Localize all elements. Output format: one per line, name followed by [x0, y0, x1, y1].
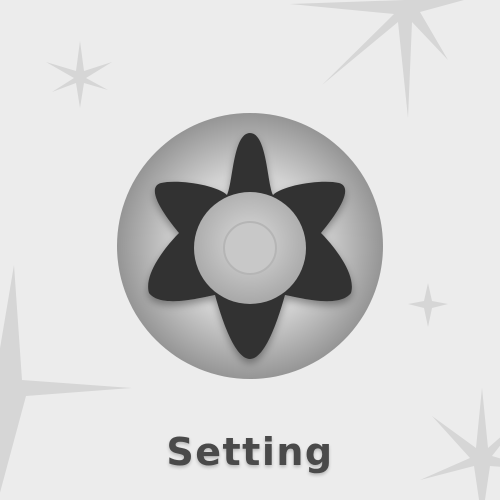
sparkle-right	[408, 283, 448, 327]
sparkle-top-right	[290, 0, 464, 118]
settings-button[interactable]	[117, 113, 383, 379]
gear-icon	[117, 113, 383, 379]
sparkle-top-left	[46, 41, 112, 108]
gear-hub-center	[223, 221, 277, 275]
app-label: Setting	[166, 430, 334, 474]
